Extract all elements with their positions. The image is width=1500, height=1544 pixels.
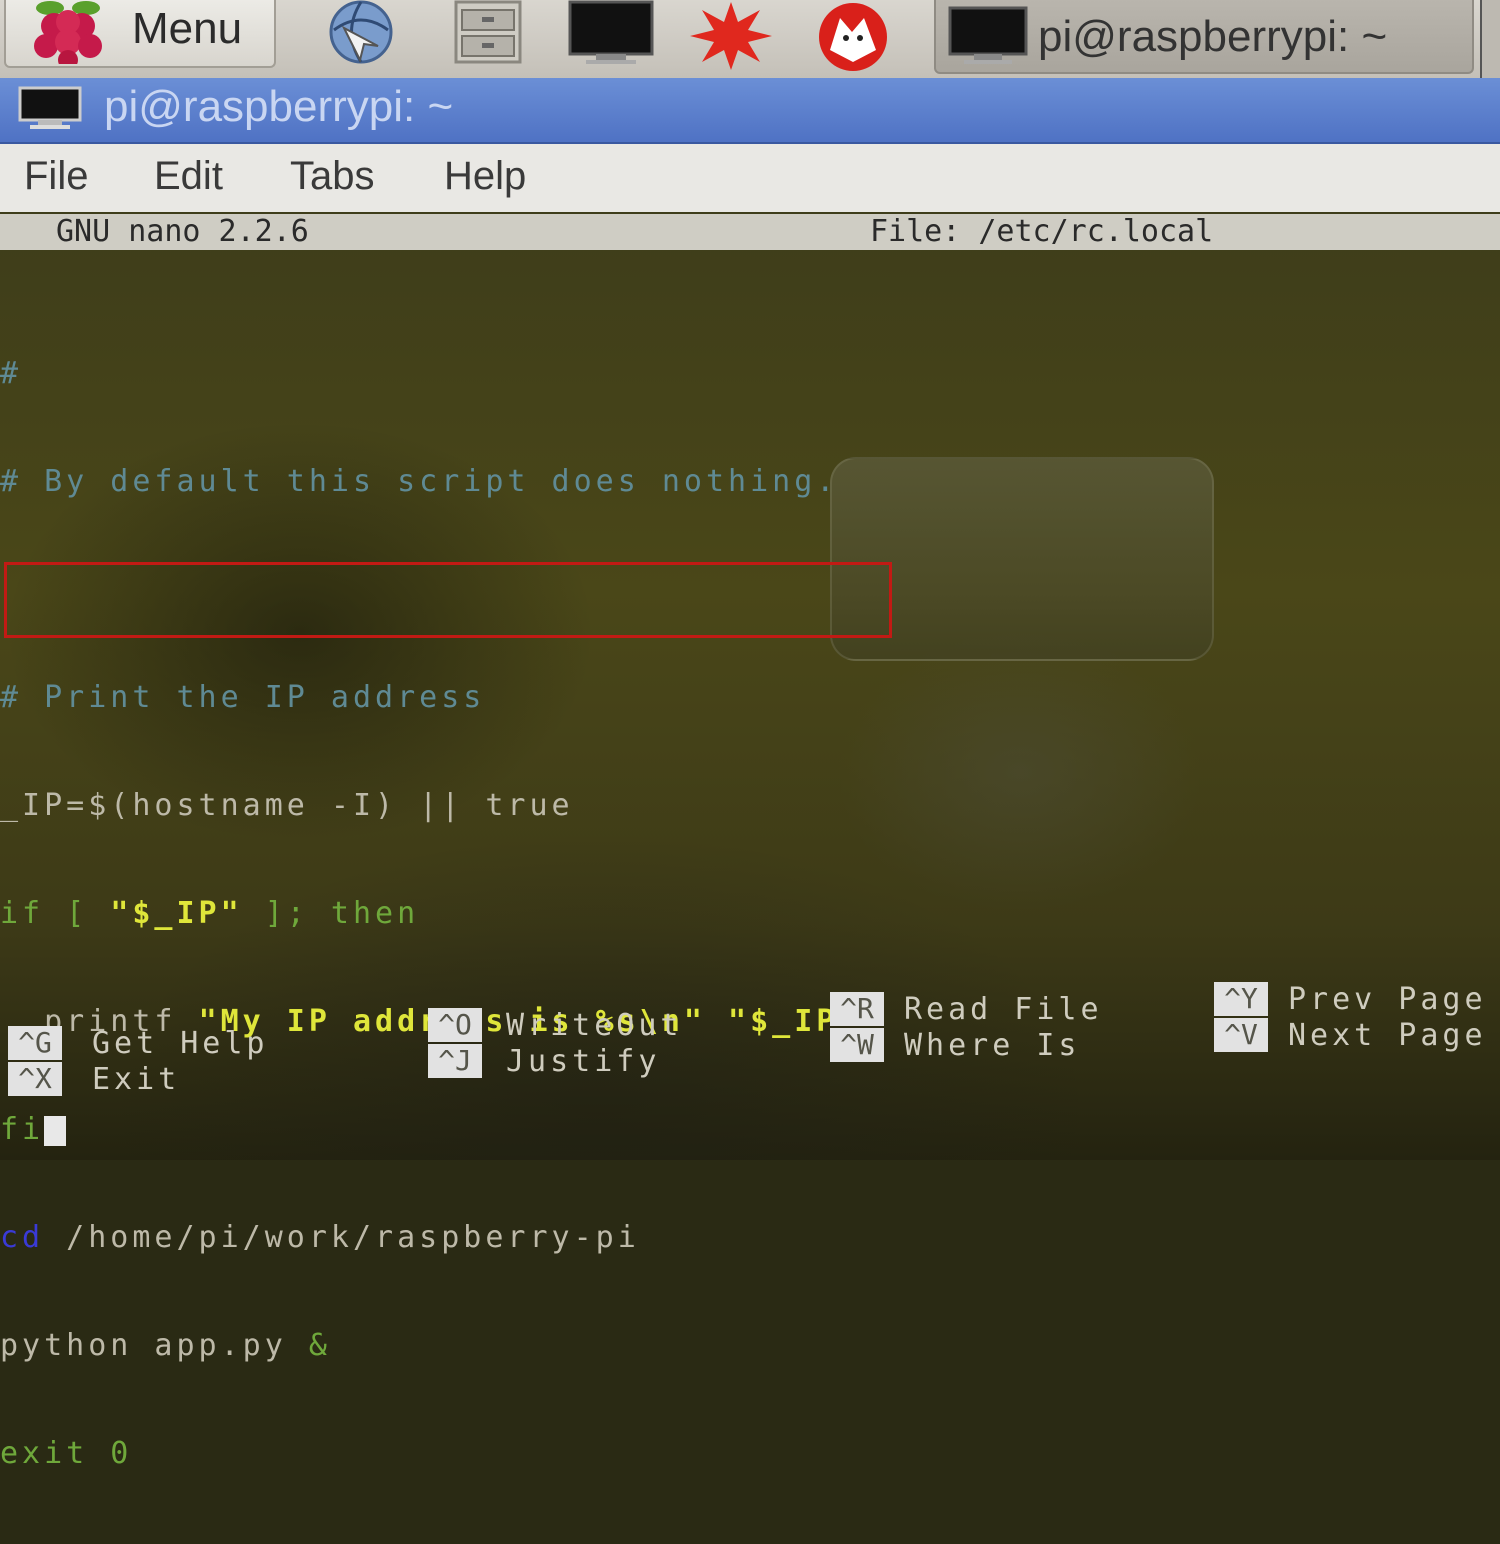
code-token: "$_IP" — [110, 896, 243, 931]
shortcut-label: Prev Page — [1288, 982, 1487, 1017]
nano-filename: File: /etc/rc.local — [870, 214, 1214, 249]
window-title: pi@raspberrypi: ~ — [104, 82, 454, 131]
shortcut-label: Where Is — [904, 1028, 1081, 1063]
taskbar-edge — [1480, 0, 1500, 78]
terminal-icon — [18, 86, 82, 129]
code-token: & — [308, 1328, 331, 1363]
code-line: python app.py & — [0, 1328, 860, 1364]
menu-button[interactable]: Menu — [4, 0, 276, 68]
shortcut-label: Read File — [904, 992, 1103, 1027]
code-line: fi — [0, 1112, 860, 1148]
code-token: fi — [0, 1112, 45, 1147]
editor-text[interactable]: # # By default this script does nothing.… — [0, 284, 860, 1544]
nano-status-bar: GNU nano 2.2.6 File: /etc/rc.local — [0, 214, 1500, 250]
raspberry-pi-logo-icon — [34, 1, 102, 64]
menu-bar: File Edit Tabs Help — [0, 144, 1500, 213]
shortcut-key: ^V — [1214, 1018, 1268, 1052]
shortcut-label: Next Page — [1288, 1018, 1487, 1053]
code-token: /home/pi/work/raspberry-pi — [44, 1220, 640, 1255]
shortcut-key: ^W — [830, 1028, 884, 1062]
code-line: cd /home/pi/work/raspberry-pi — [0, 1220, 860, 1256]
menu-tabs[interactable]: Tabs — [290, 154, 375, 199]
shortcut-key: ^O — [428, 1008, 482, 1042]
code-token: _IP= — [0, 788, 89, 823]
shortcut-key: ^R — [830, 992, 884, 1026]
shortcut-label: WriteOut — [506, 1008, 683, 1043]
code-token: $(hostname -I) || true — [88, 788, 574, 823]
annotation-highlight-box — [4, 562, 892, 638]
web-browser-icon[interactable] — [312, 0, 410, 66]
menu-file[interactable]: File — [24, 154, 88, 199]
taskbar: Menu pi@raspberrypi: ~ — [0, 0, 1500, 80]
code-line: # Print the IP address — [0, 680, 486, 715]
mathematica-icon[interactable] — [686, 0, 776, 70]
task-label: pi@raspberrypi: ~ — [1038, 12, 1388, 61]
menu-help[interactable]: Help — [444, 154, 526, 199]
shortcut-label: Justify — [506, 1044, 661, 1079]
text-cursor — [44, 1115, 67, 1146]
shortcut-label: Get Help — [92, 1026, 269, 1061]
code-line: if [ "$_IP" ]; then — [0, 896, 860, 932]
shortcut-label: Exit — [92, 1062, 181, 1097]
terminal-icon — [948, 6, 1028, 64]
code-line: exit 0 — [0, 1436, 133, 1471]
taskbar-terminal-task[interactable]: pi@raspberrypi: ~ — [934, 0, 1474, 74]
window-title-bar[interactable]: pi@raspberrypi: ~ — [0, 78, 1500, 144]
file-manager-icon[interactable] — [452, 0, 524, 66]
menu-edit[interactable]: Edit — [154, 154, 223, 199]
terminal-icon[interactable] — [566, 0, 656, 66]
code-token: ]; then — [242, 896, 420, 931]
code-line: # By default this script does nothing. — [0, 464, 839, 499]
shortcut-key: ^X — [8, 1062, 62, 1096]
code-token: cd — [0, 1220, 45, 1255]
code-token: if [ — [0, 896, 111, 931]
code-line: # — [0, 356, 23, 391]
shortcut-key: ^G — [8, 1026, 62, 1060]
terminal-area[interactable]: GNU nano 2.2.6 File: /etc/rc.local # # B… — [0, 212, 1500, 1471]
wolfram-icon[interactable] — [804, 0, 902, 74]
menu-label: Menu — [132, 4, 243, 53]
shortcut-key: ^Y — [1214, 982, 1268, 1016]
shortcut-key: ^J — [428, 1044, 482, 1078]
code-token: python app.py — [0, 1328, 309, 1363]
code-line: _IP=$(hostname -I) || true — [0, 788, 860, 824]
nano-version: GNU nano 2.2.6 — [56, 214, 309, 249]
